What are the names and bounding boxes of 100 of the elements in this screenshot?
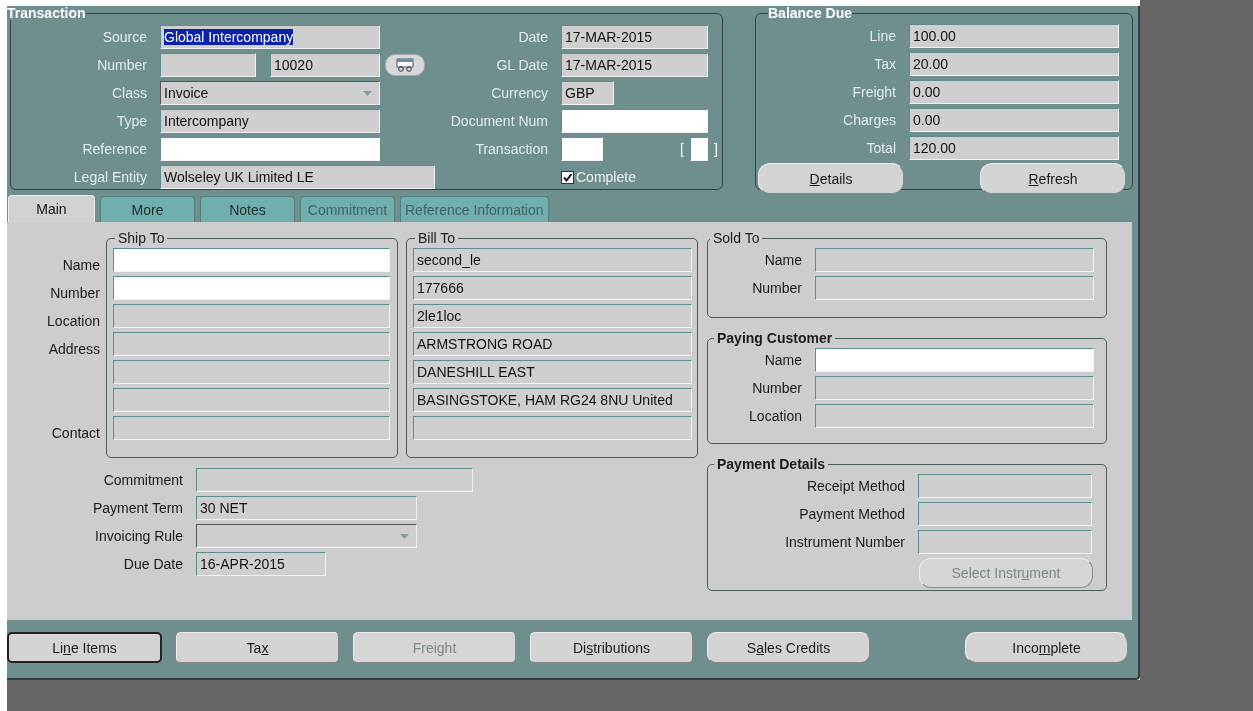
field-label: Number bbox=[751, 280, 803, 296]
check-icon bbox=[562, 171, 573, 183]
bracket-text: ] bbox=[713, 141, 718, 157]
field-label: Name bbox=[763, 252, 803, 268]
group-title: Ship To bbox=[117, 230, 166, 246]
text-field[interactable] bbox=[918, 530, 1092, 554]
text-field[interactable] bbox=[815, 248, 1094, 272]
dropdown-field[interactable] bbox=[196, 524, 417, 548]
text-field[interactable] bbox=[918, 502, 1092, 526]
group-title: Transaction bbox=[7, 6, 86, 20]
group-title: Payment Details bbox=[716, 456, 827, 472]
text-field[interactable]: GBP bbox=[561, 81, 614, 105]
text-field[interactable] bbox=[561, 137, 603, 161]
tab[interactable]: Notes bbox=[200, 196, 295, 222]
field-label: GL Date bbox=[495, 57, 549, 73]
field-label: Transaction bbox=[474, 141, 549, 157]
action-button[interactable]: Tax bbox=[176, 632, 339, 663]
action-button[interactable]: Refresh bbox=[980, 163, 1126, 194]
field-label: Date bbox=[517, 29, 549, 45]
text-field[interactable]: 10020 bbox=[270, 53, 380, 77]
text-field[interactable] bbox=[113, 388, 390, 412]
text-field[interactable] bbox=[561, 109, 708, 133]
field-label: Payment Term bbox=[92, 500, 184, 516]
text-field[interactable] bbox=[113, 416, 390, 440]
tab[interactable]: Main bbox=[8, 195, 95, 222]
text-field[interactable] bbox=[160, 53, 256, 77]
text-field[interactable]: DANESHILL EAST bbox=[413, 360, 692, 384]
field-label: Number bbox=[49, 285, 101, 301]
text-field[interactable] bbox=[413, 416, 692, 440]
amount-field[interactable]: 120.00 bbox=[909, 136, 1119, 160]
field-label: Line bbox=[868, 28, 897, 44]
tab[interactable]: More bbox=[100, 196, 195, 222]
text-field[interactable]: Intercompany bbox=[160, 109, 380, 133]
field-label: Number bbox=[96, 57, 148, 73]
field-label: Reference bbox=[81, 141, 148, 157]
text-field[interactable]: 2le1loc bbox=[413, 304, 692, 328]
text-field[interactable]: 17-MAR-2015 bbox=[561, 53, 708, 77]
field-label: Tax bbox=[873, 56, 897, 72]
action-button[interactable]: Incomplete bbox=[965, 632, 1128, 663]
field-label: Receipt Method bbox=[805, 478, 906, 494]
field-label: Source bbox=[101, 29, 148, 45]
text-field[interactable]: 17-MAR-2015 bbox=[561, 25, 708, 49]
field-label: Location bbox=[46, 313, 101, 329]
field-label: Freight bbox=[851, 84, 897, 100]
field-label: Charges bbox=[842, 112, 897, 128]
group-title: Sold To bbox=[712, 230, 761, 246]
text-field[interactable] bbox=[815, 348, 1094, 372]
field-label: Invoicing Rule bbox=[94, 528, 184, 544]
text-field[interactable] bbox=[196, 468, 473, 492]
field-label: Address bbox=[47, 341, 101, 357]
bracket-text: [ bbox=[680, 141, 684, 157]
field-label: Legal Entity bbox=[72, 169, 148, 185]
text-field[interactable] bbox=[113, 360, 390, 384]
action-button[interactable]: Line Items bbox=[7, 632, 162, 663]
field-label: Currency bbox=[490, 85, 549, 101]
field-label: Commitment bbox=[102, 472, 184, 488]
view-button[interactable] bbox=[385, 54, 425, 76]
text-field[interactable]: ARMSTRONG ROAD bbox=[413, 332, 692, 356]
field-label: Number bbox=[751, 380, 803, 396]
group-title: Balance Due bbox=[768, 6, 853, 20]
text-field[interactable] bbox=[815, 376, 1094, 400]
dropdown-field[interactable]: Invoice bbox=[160, 81, 380, 105]
action-button[interactable]: Sales Credits bbox=[707, 632, 870, 663]
text-field[interactable]: Global Intercompany bbox=[160, 25, 380, 49]
text-field[interactable] bbox=[815, 276, 1094, 300]
field-label: Contact bbox=[50, 425, 101, 441]
amount-field[interactable]: 0.00 bbox=[909, 108, 1119, 132]
action-button[interactable]: Details bbox=[758, 163, 904, 194]
text-field[interactable]: 177666 bbox=[413, 276, 692, 300]
field-label: Due Date bbox=[122, 556, 184, 572]
text-field[interactable]: Wolseley UK Limited LE bbox=[160, 165, 435, 189]
text-field[interactable] bbox=[113, 304, 390, 328]
text-field[interactable] bbox=[918, 474, 1092, 498]
text-field[interactable] bbox=[113, 276, 390, 300]
text-field[interactable]: 30 NET bbox=[196, 496, 417, 520]
text-field[interactable] bbox=[113, 332, 390, 356]
amount-field[interactable]: 100.00 bbox=[909, 24, 1119, 48]
field-label: Type bbox=[115, 113, 148, 129]
group-title: Bill To bbox=[417, 230, 457, 246]
action-button[interactable]: Distributions bbox=[530, 632, 693, 663]
field-label: Location bbox=[748, 408, 803, 424]
caret-icon bbox=[363, 90, 372, 96]
caret-icon bbox=[400, 533, 409, 539]
flag-field[interactable] bbox=[689, 137, 708, 161]
field-label: Payment Method bbox=[798, 506, 906, 522]
text-field[interactable]: second_le bbox=[413, 248, 692, 272]
field-label: Name bbox=[61, 257, 101, 273]
field-label: Total bbox=[865, 140, 897, 156]
text-field[interactable]: 16-APR-2015 bbox=[196, 552, 326, 576]
text-field[interactable] bbox=[815, 404, 1094, 428]
text-field[interactable] bbox=[160, 137, 380, 161]
group-title: Paying Customer bbox=[716, 330, 834, 346]
glasses-icon bbox=[395, 58, 415, 72]
field-label: Document Num bbox=[449, 113, 549, 129]
field-label: Instrument Number bbox=[784, 534, 906, 550]
field-label: Class bbox=[111, 85, 148, 101]
text-field[interactable]: BASINGSTOKE, HAM RG24 8NU United bbox=[413, 388, 692, 412]
amount-field[interactable]: 0.00 bbox=[909, 80, 1119, 104]
text-field[interactable] bbox=[113, 248, 390, 272]
amount-field[interactable]: 20.00 bbox=[909, 52, 1119, 76]
